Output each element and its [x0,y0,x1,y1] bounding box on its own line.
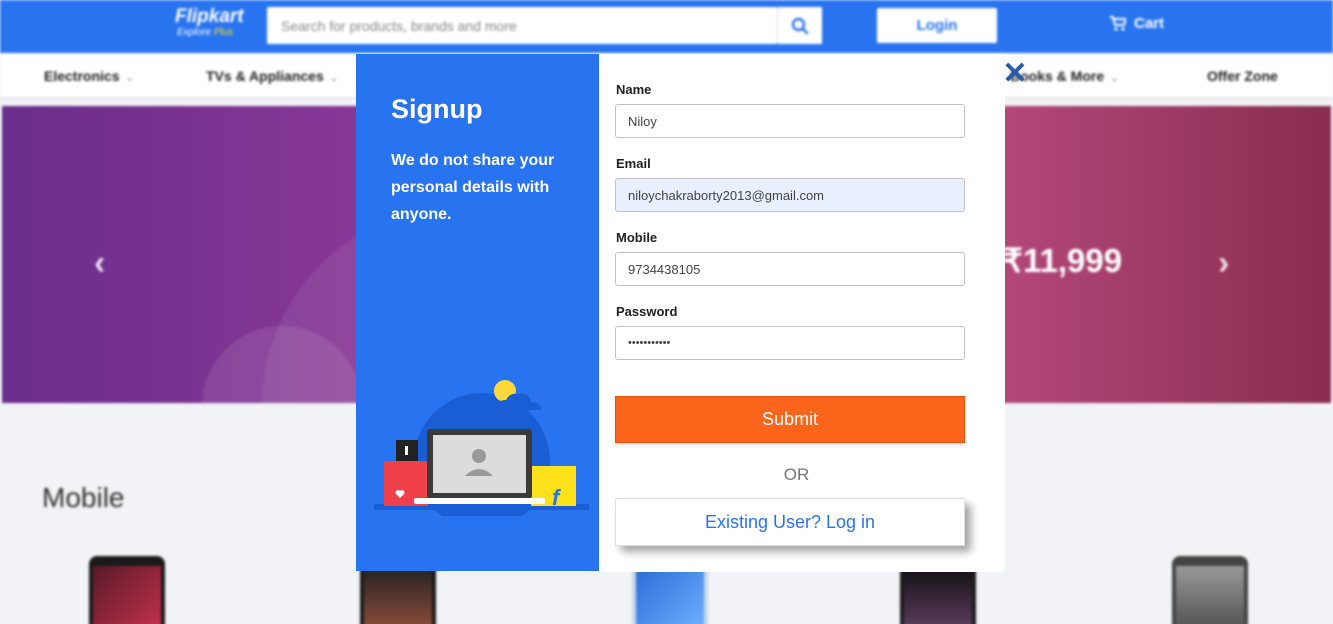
chevron-down-icon: ⌄ [329,73,339,84]
top-navbar: Flipkart Explore Plus Search for product… [0,0,1333,53]
password-label: Password [616,304,678,319]
email-field[interactable]: niloychakraborty2013@gmail.com [615,178,965,212]
signup-illustration: f [374,380,589,516]
product-phone-image[interactable] [89,556,165,624]
cart-link[interactable]: Cart [1110,15,1164,32]
banner-price: ₹11,999 [1002,242,1123,279]
signup-title: Signup [391,94,483,124]
category-tvs-appliances[interactable]: TVs & Appliances ⌄ [206,68,338,84]
submit-button[interactable]: Submit [615,396,965,443]
mobile-field[interactable]: 9734438105 [615,252,965,286]
existing-user-login-button[interactable]: Existing User? Log in [615,498,965,546]
search-icon [791,17,809,34]
password-field[interactable]: ••••••••••• [615,326,965,360]
category-offer-zone[interactable]: Offer Zone [1207,68,1278,84]
search-input[interactable]: Search for products, brands and more [267,7,777,44]
search-placeholder: Search for products, brands and more [281,18,517,34]
login-button[interactable]: Login [877,8,997,43]
brand-name: Flipkart [175,6,244,27]
cart-icon [1110,16,1126,31]
chevron-down-icon: ⌄ [1110,73,1119,84]
cart-label: Cart [1134,15,1165,32]
email-label: Email [616,156,651,171]
category-electronics[interactable]: Electronics ⌄ [44,68,134,84]
flipkart-logo[interactable]: Flipkart Explore Plus [175,6,244,38]
close-icon[interactable]: ✕ [1002,59,1028,89]
banner-prev-icon[interactable]: ‹ [94,244,105,283]
signup-info-panel: Signup We do not share your personal det… [356,54,599,571]
search-button[interactable] [777,7,822,44]
mobile-label: Mobile [616,230,658,245]
name-field[interactable]: Niloy [615,104,965,138]
brand-tagline: Explore Plus [177,27,234,38]
banner-next-icon[interactable]: › [1218,244,1229,283]
name-label: Name [616,82,652,97]
signup-description: We do not share your personal details wi… [391,152,555,223]
product-phone-image[interactable] [1172,556,1248,624]
or-divider: OR [783,465,810,484]
section-title: Mobile [42,482,125,513]
signup-form: Name Niloy Email niloychakraborty2013@gm… [599,54,1005,572]
chevron-down-icon: ⌄ [125,73,134,84]
